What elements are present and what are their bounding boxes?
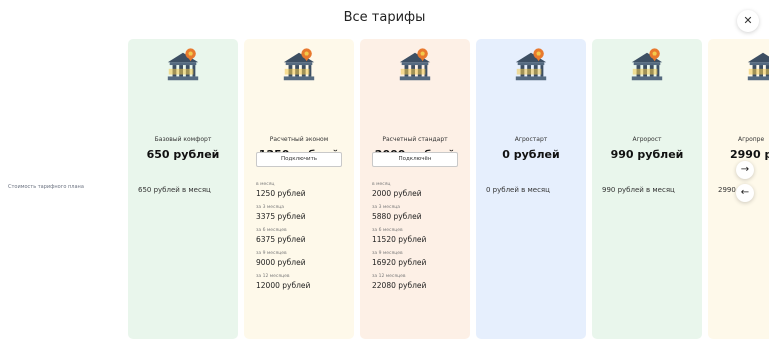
plan-monthly-cost: 650 рублей в месяц: [138, 186, 211, 194]
plan-name: Расчетный стандарт: [382, 136, 448, 143]
period-item: за 3 месяца 5880 рублей: [372, 205, 426, 222]
period-price: 5880 рублей: [372, 212, 422, 221]
close-button[interactable]: ✕: [737, 10, 759, 32]
next-arrow-button[interactable]: →: [736, 161, 754, 179]
period-price: 16920 рублей: [372, 258, 427, 267]
connect-button[interactable]: Подключить: [256, 152, 342, 167]
bank-building-icon: [283, 48, 315, 81]
period-price: 22080 рублей: [372, 281, 427, 290]
plan-name: Агропре: [738, 136, 765, 143]
plan-price: 650 рублей: [146, 148, 220, 161]
page-title: Все тарифы: [343, 10, 426, 25]
period-item: за 12 месяцев 22080 рублей: [372, 274, 426, 291]
plan-period-list: в месяц 2000 рублей за 3 месяца 5880 руб…: [372, 182, 426, 297]
plan-card-agrorost: Агророст 990 рублей 990 рублей в месяц: [592, 39, 702, 339]
plan-price: 990 рублей: [610, 148, 684, 161]
plan-card-settlement-standard: Расчетный стандарт 2000 рублей Подключён…: [360, 39, 470, 339]
bank-building-icon: [515, 48, 547, 81]
plan-name: Базовый комфорт: [154, 136, 212, 143]
plan-name: Агророст: [632, 136, 662, 143]
plan-name: Расчетный эконом: [269, 136, 329, 143]
period-item: за 12 месяцев 12000 рублей: [256, 274, 310, 291]
period-price: 1250 рублей: [256, 189, 306, 198]
plan-card-settlement-economy: Расчетный эконом 1250 рублей Подключить …: [244, 39, 354, 339]
period-item: за 6 месяцев 6375 рублей: [256, 228, 310, 245]
period-price: 11520 рублей: [372, 235, 427, 244]
bank-building-icon: [631, 48, 663, 81]
bank-building-icon: [747, 52, 769, 81]
plan-card-basic-comfort: Базовый комфорт 650 рублей 650 рублей в …: [128, 39, 238, 339]
period-item: за 6 месяцев 11520 рублей: [372, 228, 426, 245]
period-price: 9000 рублей: [256, 258, 306, 267]
period-price: 12000 рублей: [256, 281, 311, 290]
plan-monthly-cost: 990 рублей в месяц: [602, 186, 675, 194]
period-item: за 3 месяца 3375 рублей: [256, 205, 310, 222]
connected-button[interactable]: Подключён: [372, 152, 458, 167]
bank-building-icon: [167, 48, 199, 81]
plan-price: 2990 р: [730, 148, 769, 161]
plan-name: Агростарт: [514, 136, 548, 143]
period-price: 3375 рублей: [256, 212, 306, 221]
row-label-plan-cost: Стоимость тарифного плана: [8, 184, 84, 190]
period-item: за 9 месяцев 16920 рублей: [372, 251, 426, 268]
period-item: в месяц 1250 рублей: [256, 182, 310, 199]
plan-price: 0 рублей: [502, 148, 560, 161]
bank-building-icon: [399, 48, 431, 81]
period-item: в месяц 2000 рублей: [372, 182, 426, 199]
prev-arrow-button[interactable]: ←: [736, 184, 754, 202]
plan-period-list: в месяц 1250 рублей за 3 месяца 3375 руб…: [256, 182, 310, 297]
period-price: 2000 рублей: [372, 189, 422, 198]
period-price: 6375 рублей: [256, 235, 306, 244]
period-item: за 9 месяцев 9000 рублей: [256, 251, 310, 268]
plan-card-agrostart: Агростарт 0 рублей 0 рублей в месяц: [476, 39, 586, 339]
plan-monthly-cost: 0 рублей в месяц: [486, 186, 550, 194]
